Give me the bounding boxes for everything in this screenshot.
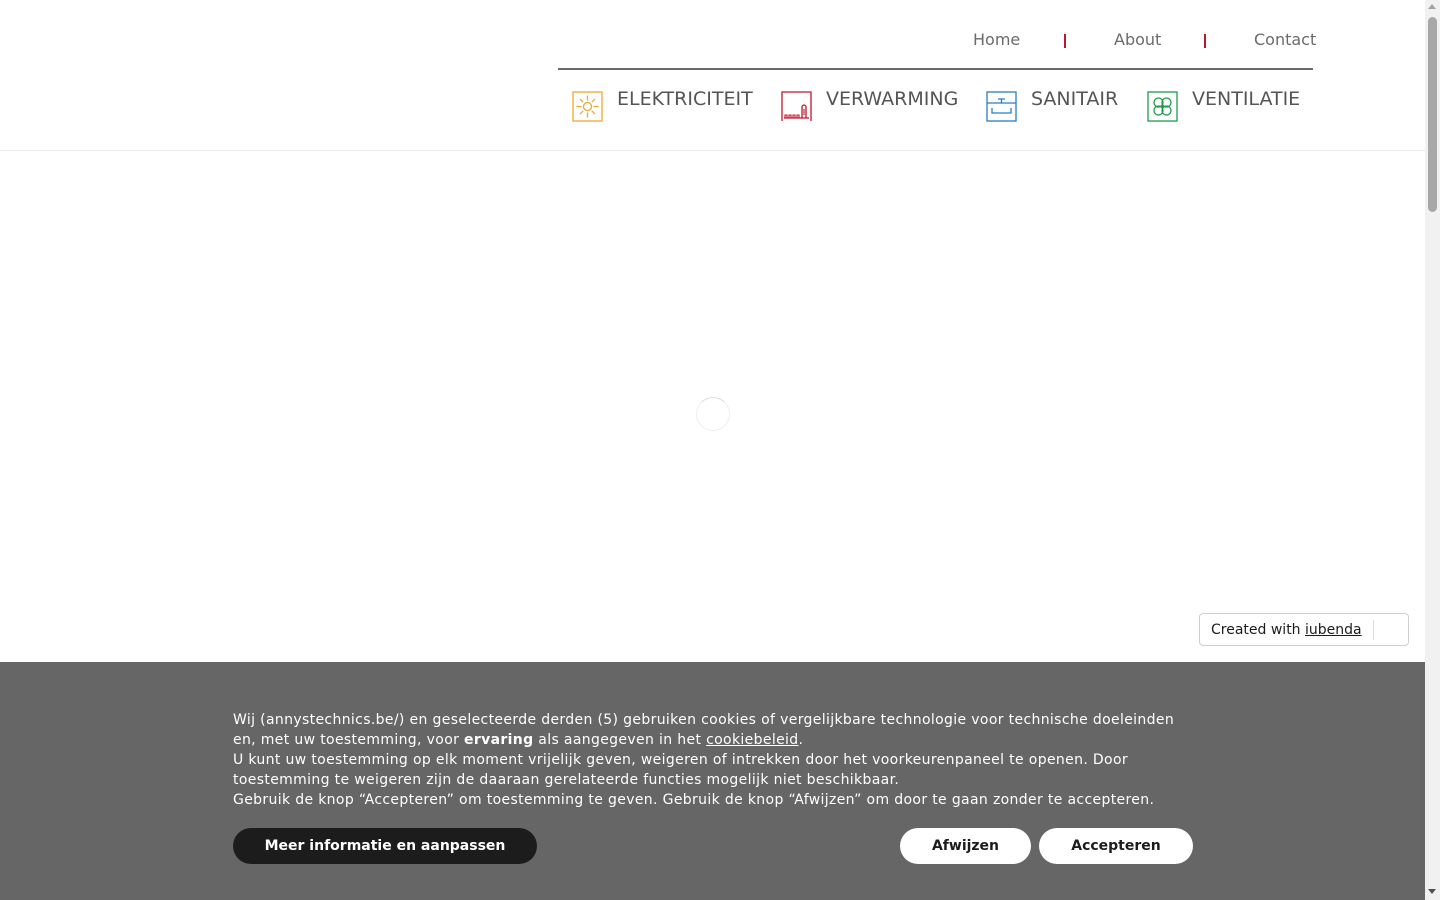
faucet-icon [986,91,1017,122]
iubenda-badge[interactable]: Created with iubenda [1199,613,1409,646]
cookie-text-paragraph-2: U kunt uw toestemming op elk moment vrij… [233,752,1128,788]
category-verwarming[interactable]: VERWARMING [781,86,958,126]
vertical-scrollbar[interactable] [1425,0,1440,900]
nav-separator [1064,34,1066,48]
cookie-policy-link[interactable]: cookiebeleid [706,732,798,748]
scrollbar-thumb[interactable] [1428,17,1437,212]
more-info-button[interactable]: Meer informatie en aanpassen [233,828,537,864]
nav-home-link[interactable]: Home [973,30,1020,49]
category-elektriciteit[interactable]: ELEKTRICITEIT [572,86,753,126]
nav-contact-link[interactable]: Contact [1254,30,1316,49]
site-header: Home About Contact ELEKTRICITEIT VERWARM… [0,0,1425,151]
category-navigation: ELEKTRICITEIT VERWARMING SANITAIR VENTIL… [0,86,1425,126]
reject-button[interactable]: Afwijzen [900,828,1031,864]
radiator-icon [781,91,812,122]
nav-separator [1204,34,1206,48]
page: Home About Contact ELEKTRICITEIT VERWARM… [0,0,1425,900]
loading-spinner [696,397,730,431]
category-label: VENTILATIE [1192,88,1301,110]
iubenda-badge-text: Created with iubenda [1211,622,1362,638]
category-label: SANITAIR [1031,88,1119,110]
category-ventilatie[interactable]: VENTILATIE [1147,86,1301,126]
sun-icon [572,91,603,122]
cookie-text-part: als aangegeven in het [533,732,707,748]
iubenda-divider [1373,620,1374,640]
category-label: VERWARMING [826,88,959,110]
nav-about-link[interactable]: About [1114,30,1161,49]
cookie-text-paragraph-3: Gebruik de knop “Accepteren” om toestemm… [233,792,1155,808]
cookie-text-bold: ervaring [464,732,534,748]
cookie-text-part: . [798,732,804,748]
top-navigation: Home About Contact [558,0,1316,70]
cookie-text-paragraph-1: Wij (annystechnics.be/) en geselecteerde… [233,710,1193,750]
accept-button[interactable]: Accepteren [1039,828,1193,864]
cookie-banner: Wij (annystechnics.be/) en geselecteerde… [0,662,1425,900]
category-sanitair[interactable]: SANITAIR [986,86,1118,126]
iubenda-prefix: Created with [1211,622,1301,638]
scroll-up-arrow-icon[interactable] [1428,4,1436,9]
iubenda-link[interactable]: iubenda [1305,622,1362,638]
scroll-down-arrow-icon[interactable] [1428,889,1436,894]
cookie-banner-text: Wij (annystechnics.be/) en geselecteerde… [233,710,1193,810]
fan-icon [1147,91,1178,122]
category-label: ELEKTRICITEIT [617,88,753,110]
